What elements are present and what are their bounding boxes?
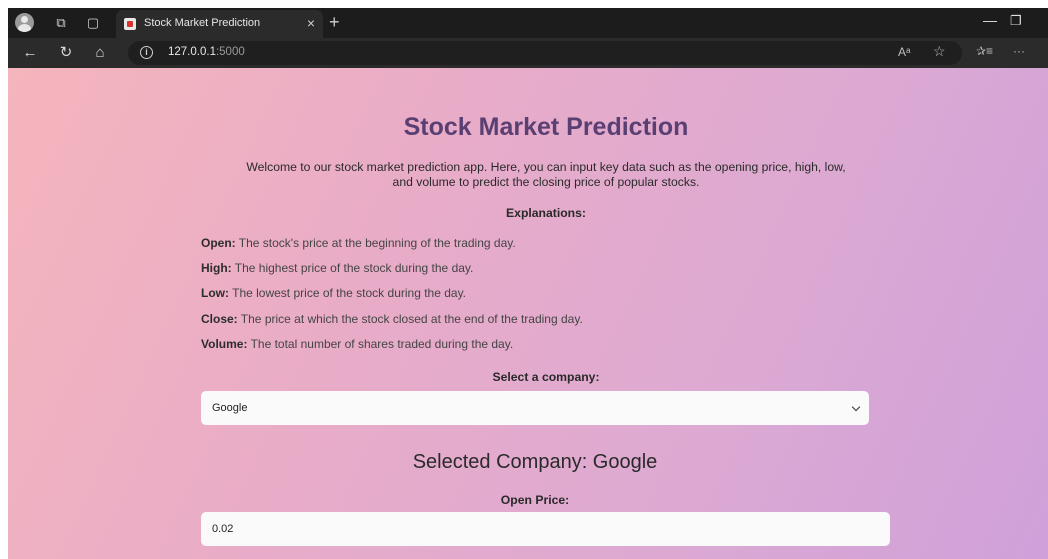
- chevron-down-icon: [851, 402, 861, 412]
- company-select[interactable]: Google: [201, 391, 869, 425]
- tab-actions-icon[interactable]: ▢: [84, 14, 102, 32]
- explanation-term: Volume:: [201, 337, 248, 351]
- site-info-icon[interactable]: i: [140, 46, 153, 59]
- explanations-heading: Explanations:: [506, 206, 586, 220]
- intro-text: Welcome to our stock market prediction a…: [201, 160, 891, 190]
- favorites-icon[interactable]: ✰≡: [976, 44, 993, 58]
- page-viewport: Stock Market Prediction Welcome to our s…: [8, 68, 1048, 559]
- browser-window: ⧉ ▢ Stock Market Prediction × + — ❐ ← ↻ …: [8, 8, 1048, 559]
- profile-avatar-icon[interactable]: [15, 13, 34, 32]
- restore-icon[interactable]: ❐: [1010, 13, 1022, 29]
- url-text: 127.0.0.1:5000: [168, 46, 245, 58]
- intro-line-1: Welcome to our stock market prediction a…: [246, 160, 846, 174]
- address-bar[interactable]: i 127.0.0.1:5000 Aᵃ ☆: [128, 41, 962, 65]
- url-host: 127.0.0.1: [168, 46, 216, 58]
- navigation-bar: ← ↻ ⌂ i 127.0.0.1:5000 Aᵃ ☆ ✰≡ ···: [8, 38, 1048, 68]
- explanation-term: Open:: [201, 236, 236, 250]
- back-arrow-icon[interactable]: ←: [20, 43, 40, 63]
- new-tab-icon[interactable]: +: [329, 12, 340, 32]
- explanation-volume: Volume: The total number of shares trade…: [201, 337, 513, 351]
- favorite-star-icon[interactable]: ☆: [933, 43, 946, 60]
- explanation-open: Open: The stock's price at the beginning…: [201, 236, 516, 250]
- explanation-high: High: The highest price of the stock dur…: [201, 261, 473, 275]
- selected-company-heading: Selected Company: Google: [412, 451, 658, 473]
- more-menu-icon[interactable]: ···: [1013, 44, 1025, 58]
- refresh-icon[interactable]: ↻: [56, 43, 76, 63]
- page-title: Stock Market Prediction: [403, 113, 689, 141]
- site-favicon-icon: [124, 18, 136, 30]
- open-price-label: Open Price:: [500, 493, 570, 507]
- intro-line-2: and volume to predict the closing price …: [392, 175, 700, 189]
- open-price-value: 0.02: [212, 523, 234, 535]
- explanation-term: Close:: [201, 312, 238, 326]
- explanation-low: Low: The lowest price of the stock durin…: [201, 286, 466, 300]
- tab-title: Stock Market Prediction: [144, 17, 261, 29]
- workspaces-icon[interactable]: ⧉: [52, 14, 70, 32]
- explanation-text: The stock's price at the beginning of th…: [235, 236, 516, 250]
- select-company-label: Select a company:: [492, 370, 600, 384]
- tab-bar: ⧉ ▢ Stock Market Prediction × + — ❐: [8, 8, 1048, 38]
- tab-close-icon[interactable]: ×: [307, 15, 315, 31]
- open-price-input[interactable]: 0.02: [201, 512, 890, 546]
- explanation-term: High:: [201, 261, 232, 275]
- explanation-term: Low:: [201, 286, 229, 300]
- minimize-icon[interactable]: —: [983, 12, 997, 28]
- company-select-value: Google: [212, 402, 248, 414]
- read-aloud-icon[interactable]: Aᵃ: [898, 45, 910, 59]
- explanation-text: The total number of shares traded during…: [247, 337, 514, 351]
- url-port: :5000: [215, 46, 245, 58]
- explanation-text: The highest price of the stock during th…: [231, 261, 474, 275]
- explanation-text: The price at which the stock closed at t…: [237, 312, 583, 326]
- home-icon[interactable]: ⌂: [90, 43, 110, 63]
- explanation-close: Close: The price at which the stock clos…: [201, 312, 583, 326]
- explanation-text: The lowest price of the stock during the…: [229, 286, 467, 300]
- tab-stock-market-prediction[interactable]: Stock Market Prediction ×: [116, 10, 323, 38]
